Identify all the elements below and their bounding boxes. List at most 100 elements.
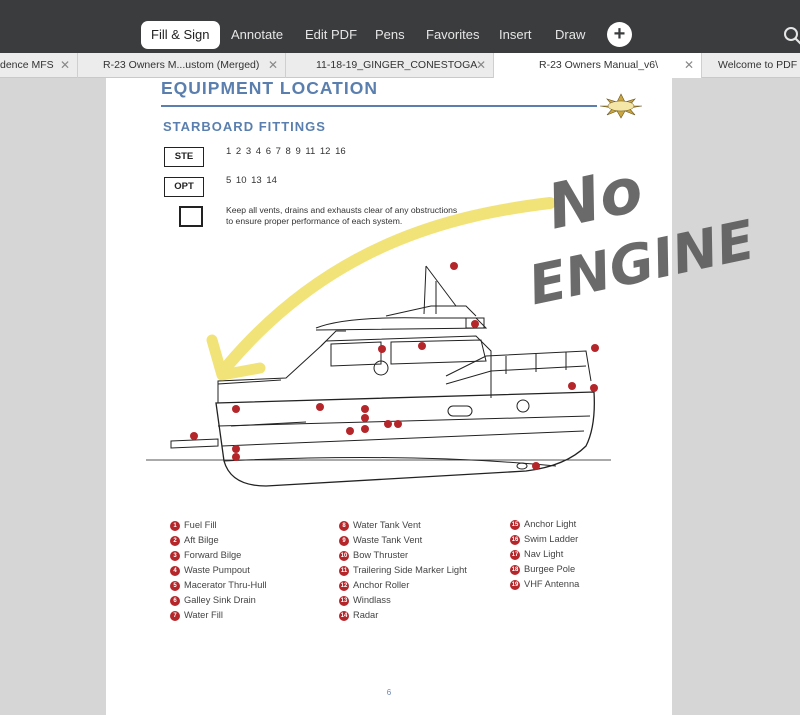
- legend-number-badge: 15: [510, 520, 520, 530]
- legend-item: 8 Water Tank Vent: [339, 519, 467, 534]
- legend-item: 1 Fuel Fill: [170, 519, 267, 534]
- legend-column-2: 8 Water Tank Vent 9 Waste Tank Vent 10 Bow Th…: [339, 519, 467, 624]
- legend-label: Water Fill: [184, 610, 223, 620]
- legend-item: 15 Anchor Light: [510, 518, 579, 533]
- legend-number-badge: 7: [170, 611, 180, 621]
- tab-draw[interactable]: Draw: [545, 21, 595, 49]
- search-icon[interactable]: [783, 26, 800, 46]
- doc-tab[interactable]: Welcome to PDF E: [702, 53, 800, 78]
- legend-item: 9 Waste Tank Vent: [339, 534, 467, 549]
- legend-label: Windlass: [353, 595, 391, 605]
- legend-number-badge: 19: [510, 580, 520, 590]
- document-tab-bar: dence MFS ✕ R-23 Owners M...ustom (Merge…: [0, 53, 800, 78]
- legend-label: Water Tank Vent: [353, 520, 421, 530]
- legend-number-badge: 5: [170, 581, 180, 591]
- legend-number-badge: 17: [510, 550, 520, 560]
- legend-item: 16 Swim Ladder: [510, 533, 579, 548]
- legend-item: 13 Windlass: [339, 594, 467, 609]
- legend-number-badge: 9: [339, 536, 349, 546]
- legend-item: 18 Burgee Pole: [510, 563, 579, 578]
- opt-numbers: 5 10 13 14: [226, 175, 277, 186]
- legend-number-badge: 18: [510, 565, 520, 575]
- legend-item: 12 Anchor Roller: [339, 579, 467, 594]
- doc-tab-title: dence MFS: [0, 59, 54, 71]
- legend-label: Aft Bilge: [184, 535, 219, 545]
- legend-column-1: 1 Fuel Fill 2 Aft Bilge 3 Forward Bilge 4 Waste…: [170, 519, 267, 624]
- main-toolbar: Fill & Sign Annotate Edit PDF Pens Favor…: [0, 0, 800, 53]
- legend-number-badge: 2: [170, 536, 180, 546]
- pdf-app: Fill & Sign Annotate Edit PDF Pens Favor…: [0, 0, 800, 715]
- legend-column-3: 15 Anchor Light 16 Swim Ladder 17 Nav Light 18…: [510, 518, 579, 593]
- legend-number-badge: 1: [170, 521, 180, 531]
- legend-number-badge: 3: [170, 551, 180, 561]
- legend-label: Bow Thruster: [353, 550, 409, 560]
- legend-label: Radar: [353, 610, 379, 620]
- legend-label: VHF Antenna: [524, 579, 580, 589]
- pdf-page: EQUIPMENT LOCATION STARBOARD FITTINGS ST…: [106, 78, 672, 715]
- legend-number-badge: 8: [339, 521, 349, 531]
- legend-label: Macerator Thru-Hull: [184, 580, 267, 590]
- tab-annotate[interactable]: Annotate: [221, 21, 293, 49]
- tab-favorites[interactable]: Favorites: [416, 21, 489, 49]
- legend-label: Nav Light: [524, 549, 564, 559]
- legend-label: Waste Pumpout: [184, 565, 250, 575]
- legend-label: Galley Sink Drain: [184, 595, 256, 605]
- doc-tab[interactable]: 11-18-19_GINGER_CONESTOGA ✕: [286, 53, 494, 78]
- legend-label: Burgee Pole: [524, 564, 576, 574]
- title-divider: [161, 105, 597, 107]
- note-box-icon: [179, 206, 203, 227]
- legend-number-badge: 11: [339, 566, 349, 576]
- doc-tab[interactable]: R-23 Owners M...ustom (Merged) ✕: [78, 53, 286, 78]
- vent-note-line-2: to ensure proper performance of each sys…: [226, 215, 403, 226]
- legend-item: 6 Galley Sink Drain: [170, 594, 267, 609]
- legend-label: Waste Tank Vent: [353, 535, 423, 545]
- section-title: STARBOARD FITTINGS: [163, 119, 326, 134]
- legend-number-badge: 4: [170, 566, 180, 576]
- close-icon[interactable]: ✕: [476, 53, 486, 78]
- boat-diagram: [146, 262, 611, 487]
- legend-label: Anchor Roller: [353, 580, 410, 590]
- doc-tab-title: R-23 Owners Manual_v6\: [539, 59, 659, 71]
- legend-number-badge: 6: [170, 596, 180, 606]
- plus-icon[interactable]: +: [607, 22, 632, 47]
- page-number: 6: [386, 688, 392, 697]
- opt-label: OPT: [164, 177, 204, 197]
- tab-pens[interactable]: Pens: [365, 21, 415, 49]
- legend-item: 17 Nav Light: [510, 548, 579, 563]
- legend-number-badge: 14: [339, 611, 349, 621]
- doc-tab-title: Welcome to PDF E: [718, 59, 800, 71]
- vent-note: Keep all vents, drains and exhausts clea…: [226, 205, 486, 226]
- legend-number-badge: 10: [339, 551, 349, 561]
- legend-item: 4 Waste Pumpout: [170, 564, 267, 579]
- legend-item: 2 Aft Bilge: [170, 534, 267, 549]
- vent-note-line-1: Keep all vents, drains and exhausts clea…: [226, 205, 458, 215]
- tab-insert[interactable]: Insert: [489, 21, 542, 49]
- legend-label: Trailering Side Marker Light: [353, 565, 467, 575]
- legend-number-badge: 12: [339, 581, 349, 591]
- legend-item: 10 Bow Thruster: [339, 549, 467, 564]
- legend-label: Anchor Light: [524, 519, 577, 529]
- ste-numbers: 1 2 3 4 6 7 8 9 11 12 16: [226, 146, 346, 157]
- doc-tab-title: 11-18-19_GINGER_CONESTOGA: [316, 59, 478, 71]
- doc-tab-active[interactable]: R-23 Owners Manual_v6\ ✕: [494, 53, 702, 78]
- legend-label: Fuel Fill: [184, 520, 217, 530]
- page-title: EQUIPMENT LOCATION: [161, 78, 378, 98]
- doc-tab-title: R-23 Owners M...ustom (Merged): [103, 59, 260, 71]
- doc-tab[interactable]: dence MFS ✕: [0, 53, 78, 78]
- ste-label: STE: [164, 147, 204, 167]
- legend-number-badge: 13: [339, 596, 349, 606]
- legend-item: 14 Radar: [339, 609, 467, 624]
- legend-item: 7 Water Fill: [170, 609, 267, 624]
- close-icon[interactable]: ✕: [684, 53, 694, 78]
- legend-item: 11 Trailering Side Marker Light: [339, 564, 467, 579]
- legend-item: 19 VHF Antenna: [510, 578, 579, 593]
- ranger-tugs-logo-icon: [599, 93, 643, 119]
- legend-label: Forward Bilge: [184, 550, 242, 560]
- tab-fill-sign[interactable]: Fill & Sign: [141, 21, 220, 49]
- legend-number-badge: 16: [510, 535, 520, 545]
- legend-item: 3 Forward Bilge: [170, 549, 267, 564]
- tab-edit-pdf[interactable]: Edit PDF: [295, 21, 367, 49]
- close-icon[interactable]: ✕: [268, 53, 278, 78]
- legend-label: Swim Ladder: [524, 534, 579, 544]
- close-icon[interactable]: ✕: [60, 53, 70, 78]
